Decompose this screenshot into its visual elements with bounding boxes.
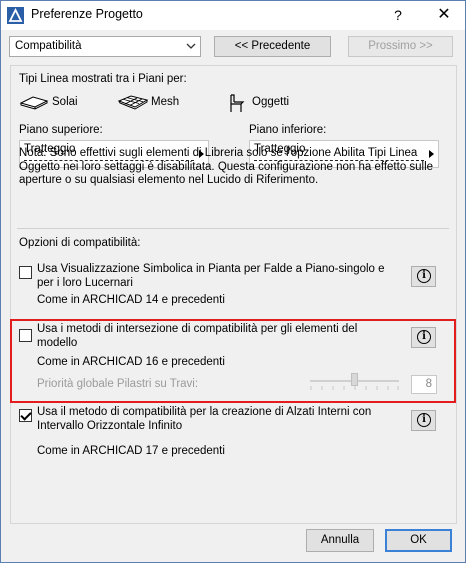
line-type-slab: Solai: [19, 93, 79, 113]
option-symbolic-display-label: Usa Visualizzazione Simbolica in Pianta …: [37, 263, 385, 289]
option-interior-elevation-info-button[interactable]: i: [411, 410, 436, 431]
option-intersection-info-button[interactable]: i: [411, 327, 436, 348]
cancel-button[interactable]: Annulla: [306, 529, 374, 552]
title-bar: Preferenze Progetto ? ✕: [1, 1, 465, 30]
archicad-app-icon: [7, 7, 24, 24]
mesh-icon: [117, 95, 149, 110]
option-interior-elevation-note: Come in ARCHICAD 17 e precedenti: [37, 445, 225, 457]
page-dropdown-value: Compatibilità: [15, 40, 82, 52]
line-types-heading: Tipi Linea mostrati tra i Piani per:: [19, 73, 187, 85]
chair-icon: [230, 94, 245, 112]
next-button[interactable]: Prossimo >>: [348, 36, 453, 57]
priority-value-field[interactable]: 8: [411, 375, 437, 394]
option-interior-elevation-checkbox[interactable]: [19, 409, 32, 422]
upper-floor-label: Piano superiore:: [19, 124, 103, 136]
section-divider: [17, 228, 449, 229]
info-icon: i: [417, 330, 431, 344]
option-symbolic-display-note: Come in ARCHICAD 14 e precedenti: [37, 294, 225, 306]
slab-label: Solai: [52, 96, 78, 108]
preferences-dialog: Preferenze Progetto ? ✕ Compatibilità <<…: [0, 0, 466, 563]
close-button[interactable]: ✕: [433, 5, 455, 25]
option-interior-elevation-label: Usa il metodo di compatibilità per la cr…: [37, 406, 372, 432]
info-icon: i: [417, 269, 431, 283]
slab-icon: [19, 96, 49, 110]
chevron-down-icon: [186, 43, 196, 49]
previous-button[interactable]: << Precedente: [214, 36, 331, 57]
objects-label: Oggetti: [252, 96, 290, 108]
line-type-objects: Oggetti: [225, 93, 305, 113]
compat-heading: Opzioni di compatibilità:: [19, 237, 141, 249]
priority-label: Priorità globale Pilastri su Travi:: [37, 378, 199, 390]
help-button[interactable]: ?: [387, 5, 409, 25]
mesh-label: Mesh: [151, 96, 180, 108]
priority-slider-ticks: [310, 386, 399, 390]
info-icon: i: [417, 413, 431, 427]
window-title: Preferenze Progetto: [31, 7, 143, 21]
dialog-body: Compatibilità << Precedente Prossimo >> …: [1, 30, 465, 562]
option-intersection-label: Usa i metodi di intersezione di compatib…: [37, 323, 358, 349]
line-types-note: Nota: Sono effettivi sugli elementi di L…: [19, 147, 434, 186]
line-type-mesh: Mesh: [117, 93, 187, 113]
ok-button[interactable]: OK: [385, 529, 452, 552]
page-dropdown[interactable]: Compatibilità: [9, 36, 201, 57]
option-symbolic-display-info-button[interactable]: i: [411, 266, 436, 287]
priority-slider-thumb[interactable]: [351, 373, 358, 386]
option-intersection-note: Come in ARCHICAD 16 e precedenti: [37, 356, 225, 368]
option-symbolic-display-checkbox[interactable]: [19, 266, 32, 279]
lower-floor-label: Piano inferiore:: [249, 124, 327, 136]
option-intersection-checkbox[interactable]: [19, 329, 32, 342]
